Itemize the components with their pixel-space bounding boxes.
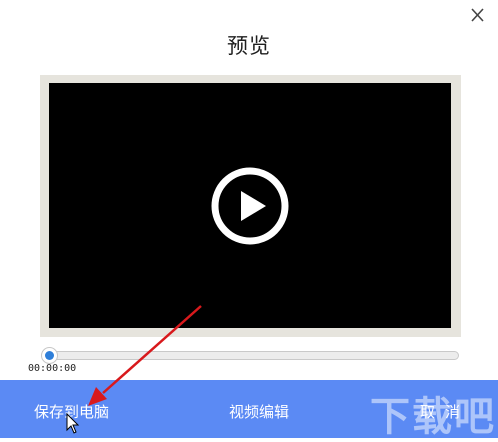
play-button[interactable] (210, 166, 290, 246)
video-screen[interactable] (49, 83, 451, 328)
watermark-logo: 下载吧 (358, 378, 498, 440)
current-time: 00:00:00 (28, 363, 77, 374)
video-edit-button[interactable]: 视频编辑 (229, 401, 289, 422)
play-icon (211, 167, 289, 245)
dialog-title: 预览 (227, 34, 271, 58)
progress-knob-dot (45, 351, 54, 360)
close-button[interactable] (466, 4, 488, 26)
progress-track[interactable] (41, 351, 459, 360)
close-icon (471, 8, 484, 22)
save-to-computer-button[interactable]: 保存到电脑 (34, 401, 109, 422)
watermark-text: 下载吧 (370, 394, 496, 440)
progress-knob[interactable] (41, 347, 58, 364)
video-frame (40, 75, 461, 337)
